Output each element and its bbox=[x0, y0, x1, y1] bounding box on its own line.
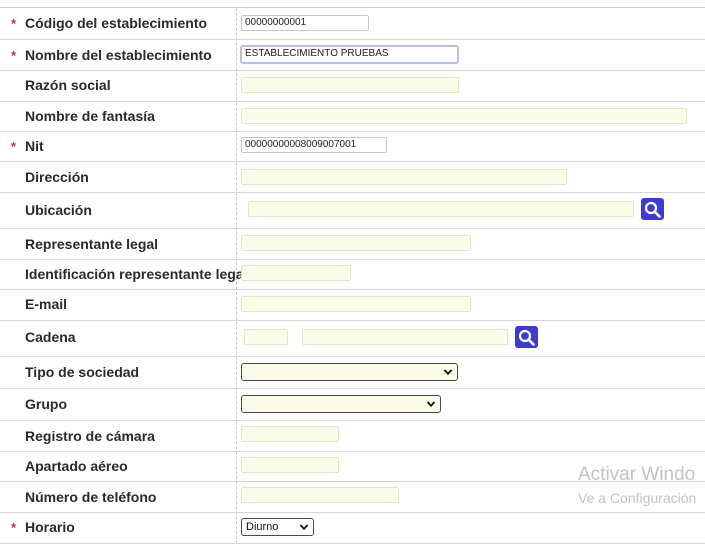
tipo-sociedad-label: Tipo de sociedad bbox=[25, 364, 140, 380]
apartado-aereo-input[interactable] bbox=[241, 457, 339, 473]
email-input[interactable] bbox=[241, 296, 471, 312]
direccion-label: Dirección bbox=[25, 169, 89, 185]
razon-social-input[interactable] bbox=[241, 77, 459, 93]
apartado-aereo-label: Apartado aéreo bbox=[25, 458, 128, 474]
chevron-down-icon bbox=[299, 524, 309, 531]
chevron-down-icon bbox=[443, 369, 453, 376]
cadena-search-button[interactable] bbox=[515, 326, 538, 348]
nombre-input[interactable]: ESTABLECIMIENTO PRUEBAS bbox=[240, 45, 459, 64]
row-cadena: Cadena bbox=[0, 321, 705, 357]
required-marker: * bbox=[11, 520, 17, 535]
nit-input[interactable]: 00000000008009007001 bbox=[241, 137, 387, 153]
row-nombre-fantasia: Nombre de fantasía bbox=[0, 102, 705, 132]
cadena-label: Cadena bbox=[25, 329, 76, 345]
row-grupo: Grupo bbox=[0, 389, 705, 421]
representante-legal-input[interactable] bbox=[241, 235, 471, 251]
row-razon-social: Razón social bbox=[0, 71, 705, 102]
nombre-fantasia-input[interactable] bbox=[241, 108, 687, 124]
cadena-name-input[interactable] bbox=[302, 329, 508, 345]
row-direccion: Dirección bbox=[0, 162, 705, 193]
telefono-label: Número de teléfono bbox=[25, 489, 157, 505]
horario-label: Horario bbox=[25, 519, 75, 535]
grupo-label: Grupo bbox=[25, 396, 67, 412]
identificacion-label: Identificación representante legal bbox=[25, 266, 248, 282]
chevron-down-icon bbox=[426, 401, 436, 408]
ubicacion-label: Ubicación bbox=[25, 202, 92, 218]
codigo-input[interactable]: 00000000001 bbox=[241, 15, 369, 31]
row-identificacion: Identificación representante legal bbox=[0, 260, 705, 290]
tipo-sociedad-select[interactable] bbox=[241, 363, 458, 381]
razon-social-label: Razón social bbox=[25, 77, 111, 93]
representante-legal-label: Representante legal bbox=[25, 236, 159, 252]
nombre-fantasia-label: Nombre de fantasía bbox=[25, 108, 155, 124]
required-marker: * bbox=[11, 48, 17, 63]
horario-selected: Diurno bbox=[246, 521, 279, 533]
row-registro-camara: Registro de cámara bbox=[0, 421, 705, 452]
cadena-code-input[interactable] bbox=[244, 329, 288, 345]
ubicacion-search-button[interactable] bbox=[641, 198, 664, 220]
required-marker: * bbox=[11, 16, 17, 31]
direccion-input[interactable] bbox=[241, 169, 567, 185]
windows-activation-watermark-subtitle: Ve a Configuración bbox=[578, 490, 697, 506]
row-nombre: * Nombre del establecimiento ESTABLECIMI… bbox=[0, 40, 705, 71]
row-codigo: * Código del establecimiento 00000000001 bbox=[0, 8, 705, 40]
nit-label: Nit bbox=[25, 138, 44, 154]
identificacion-input[interactable] bbox=[241, 265, 351, 281]
email-label: E-mail bbox=[25, 296, 68, 312]
search-icon bbox=[644, 201, 661, 218]
row-representante-legal: Representante legal bbox=[0, 229, 705, 260]
codigo-label: Código del establecimiento bbox=[25, 15, 208, 31]
horario-select[interactable]: Diurno bbox=[241, 518, 314, 536]
row-horario: * Horario Diurno bbox=[0, 513, 705, 544]
search-icon bbox=[518, 329, 535, 346]
row-ubicacion: Ubicación bbox=[0, 193, 705, 229]
registro-camara-input[interactable] bbox=[241, 426, 339, 442]
row-nit: * Nit 00000000008009007001 bbox=[0, 132, 705, 162]
ubicacion-input[interactable] bbox=[248, 201, 634, 217]
required-marker: * bbox=[11, 139, 17, 154]
telefono-input[interactable] bbox=[241, 487, 399, 503]
row-tipo-sociedad: Tipo de sociedad bbox=[0, 357, 705, 389]
row-email: E-mail bbox=[0, 290, 705, 321]
nombre-label: Nombre del establecimiento bbox=[25, 47, 212, 63]
windows-activation-watermark-title: Activar Windo bbox=[578, 464, 696, 485]
grupo-select[interactable] bbox=[241, 395, 441, 413]
registro-camara-label: Registro de cámara bbox=[25, 428, 155, 444]
